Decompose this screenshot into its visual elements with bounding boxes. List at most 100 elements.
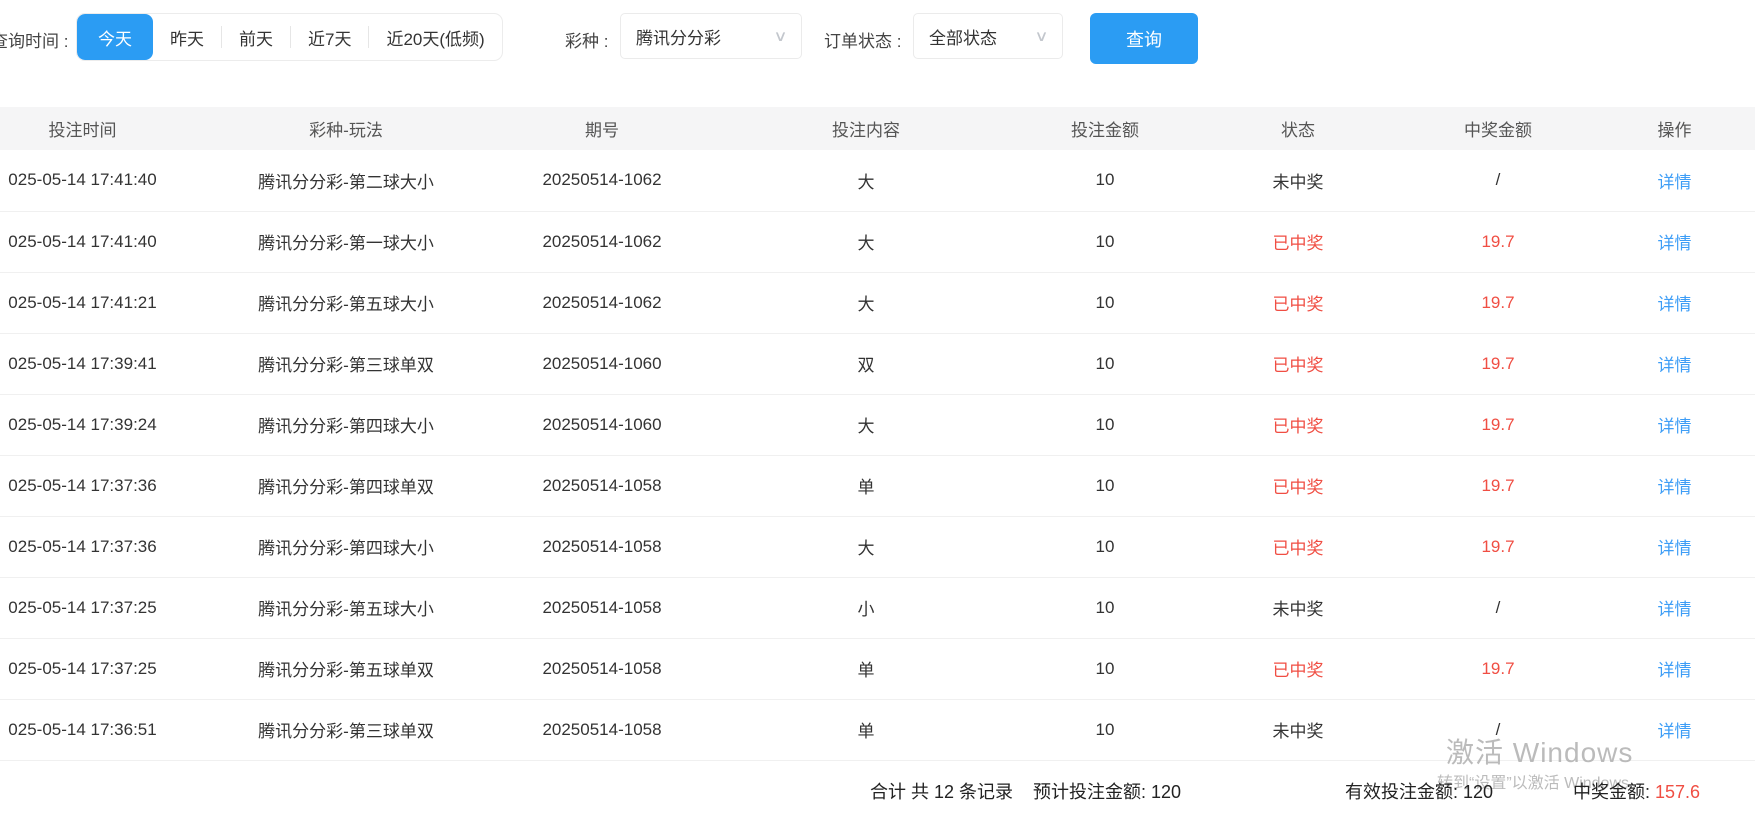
cell-status: 未中奖 (1155, 577, 1441, 639)
cell-bet-content: 单 (677, 455, 1055, 517)
table-row: 025-05-14 17:41:21 腾讯分分彩-第五球大小 20250514-… (0, 272, 1755, 334)
cell-bet-amount: 10 (1055, 577, 1155, 639)
cell-bet-time: 025-05-14 17:41:40 (0, 150, 165, 212)
table-row: 025-05-14 17:37:36 腾讯分分彩-第四球单双 20250514-… (0, 455, 1755, 517)
column-header: 中奖金额 (1441, 107, 1555, 150)
detail-link[interactable]: 详情 (1658, 722, 1692, 741)
cell-bet-time: 025-05-14 17:36:51 (0, 699, 165, 761)
time-option[interactable]: 近7天 (291, 14, 368, 60)
cell-action: 详情 (1555, 577, 1755, 639)
lottery-type-select[interactable]: 腾讯分分彩 ∨ (620, 13, 802, 59)
cell-status: 已中奖 (1155, 394, 1441, 456)
time-option[interactable]: 前天 (222, 14, 290, 60)
cell-prize-amount: 19.7 (1441, 455, 1555, 517)
chevron-down-icon: ∨ (773, 28, 788, 45)
cell-issue-number: 20250514-1058 (527, 638, 677, 700)
cell-lottery-play: 腾讯分分彩-第四球大小 (165, 394, 527, 456)
total-prize-amount: 中奖金额: 157.6 (1573, 782, 1701, 802)
detail-link[interactable]: 详情 (1658, 295, 1692, 314)
cell-issue-number: 20250514-1062 (527, 272, 677, 334)
valid-bet-amount: 有效投注金额: 120 (1345, 782, 1494, 802)
cell-bet-content: 大 (677, 394, 1055, 456)
cell-bet-time: 025-05-14 17:37:25 (0, 638, 165, 700)
cell-action: 详情 (1555, 455, 1755, 517)
cell-status: 未中奖 (1155, 150, 1441, 212)
cell-lottery-play: 腾讯分分彩-第五球单双 (165, 638, 527, 700)
cell-lottery-play: 腾讯分分彩-第一球大小 (165, 211, 527, 273)
detail-link[interactable]: 详情 (1658, 661, 1692, 680)
cell-lottery-play: 腾讯分分彩-第四球单双 (165, 455, 527, 517)
cell-bet-content: 大 (677, 211, 1055, 273)
cell-action: 详情 (1555, 333, 1755, 395)
cell-issue-number: 20250514-1062 (527, 150, 677, 212)
cell-status: 未中奖 (1155, 699, 1441, 761)
cell-bet-time: 025-05-14 17:37:36 (0, 455, 165, 517)
lottery-type-value: 腾讯分分彩 (636, 28, 721, 48)
cell-lottery-play: 腾讯分分彩-第三球单双 (165, 699, 527, 761)
cell-action: 详情 (1555, 394, 1755, 456)
detail-link[interactable]: 详情 (1658, 539, 1692, 558)
cell-bet-time: 025-05-14 17:41:21 (0, 272, 165, 334)
cell-issue-number: 20250514-1062 (527, 211, 677, 273)
cell-lottery-play: 腾讯分分彩-第五球大小 (165, 577, 527, 639)
cell-bet-time: 025-05-14 17:37:36 (0, 516, 165, 578)
cell-bet-amount: 10 (1055, 394, 1155, 456)
cell-lottery-play: 腾讯分分彩-第二球大小 (165, 150, 527, 212)
cell-issue-number: 20250514-1058 (527, 577, 677, 639)
search-button[interactable]: 查询 (1090, 13, 1198, 64)
cell-bet-content: 大 (677, 516, 1055, 578)
windows-activation-watermark: 激活 Windows (1446, 737, 1634, 768)
cell-prize-amount: 19.7 (1441, 211, 1555, 273)
table-row: 025-05-14 17:41:40 腾讯分分彩-第二球大小 20250514-… (0, 150, 1755, 212)
cell-bet-content: 单 (677, 638, 1055, 700)
cell-bet-amount: 10 (1055, 333, 1155, 395)
cell-bet-content: 单 (677, 699, 1055, 761)
query-time-label: 查询时间 : (0, 32, 69, 51)
cell-action: 详情 (1555, 638, 1755, 700)
cell-issue-number: 20250514-1060 (527, 333, 677, 395)
cell-bet-amount: 10 (1055, 150, 1155, 212)
table-row: 025-05-14 17:37:25 腾讯分分彩-第五球单双 20250514-… (0, 638, 1755, 700)
column-header: 期号 (527, 107, 677, 150)
detail-link[interactable]: 详情 (1658, 173, 1692, 192)
cell-bet-amount: 10 (1055, 211, 1155, 273)
order-status-label: 订单状态 : (824, 32, 902, 51)
cell-status: 已中奖 (1155, 516, 1441, 578)
order-status-value: 全部状态 (929, 28, 997, 48)
cell-lottery-play: 腾讯分分彩-第三球单双 (165, 333, 527, 395)
cell-lottery-play: 腾讯分分彩-第五球大小 (165, 272, 527, 334)
cell-issue-number: 20250514-1058 (527, 516, 677, 578)
time-option[interactable]: 昨天 (153, 14, 221, 60)
time-option[interactable]: 今天 (77, 14, 153, 60)
cell-bet-time: 025-05-14 17:39:41 (0, 333, 165, 395)
lottery-type-label: 彩种 : (565, 32, 609, 51)
order-status-select[interactable]: 全部状态 ∨ (913, 13, 1063, 59)
detail-link[interactable]: 详情 (1658, 600, 1692, 619)
cell-bet-content: 大 (677, 150, 1055, 212)
column-header: 彩种-玩法 (165, 107, 527, 150)
cell-bet-time: 025-05-14 17:41:40 (0, 211, 165, 273)
column-header: 操作 (1555, 107, 1755, 150)
cell-bet-content: 大 (677, 272, 1055, 334)
table-row: 025-05-14 17:37:36 腾讯分分彩-第四球大小 20250514-… (0, 516, 1755, 578)
cell-action: 详情 (1555, 516, 1755, 578)
bet-records-table: 投注时间 彩种-玩法 期号 投注内容 投注金额 状态 中奖金额 操作 025-05-14 17… (0, 107, 1755, 761)
cell-prize-amount: 19.7 (1441, 638, 1555, 700)
detail-link[interactable]: 详情 (1658, 356, 1692, 375)
column-header: 状态 (1155, 107, 1441, 150)
time-option[interactable]: 近20天(低频) (369, 14, 501, 60)
detail-link[interactable]: 详情 (1658, 234, 1692, 253)
cell-status: 已中奖 (1155, 211, 1441, 273)
cell-bet-time: 025-05-14 17:37:25 (0, 577, 165, 639)
cell-status: 已中奖 (1155, 272, 1441, 334)
cell-status: 已中奖 (1155, 333, 1441, 395)
cell-bet-amount: 10 (1055, 638, 1155, 700)
detail-link[interactable]: 详情 (1658, 417, 1692, 436)
time-filter-group: 今天 昨天 前天 近7天 近20天(低频) (76, 13, 503, 61)
chevron-down-icon: ∨ (1034, 28, 1049, 45)
detail-link[interactable]: 详情 (1658, 478, 1692, 497)
cell-issue-number: 20250514-1058 (527, 699, 677, 761)
cell-bet-time: 025-05-14 17:39:24 (0, 394, 165, 456)
cell-action: 详情 (1555, 211, 1755, 273)
cell-bet-content: 双 (677, 333, 1055, 395)
